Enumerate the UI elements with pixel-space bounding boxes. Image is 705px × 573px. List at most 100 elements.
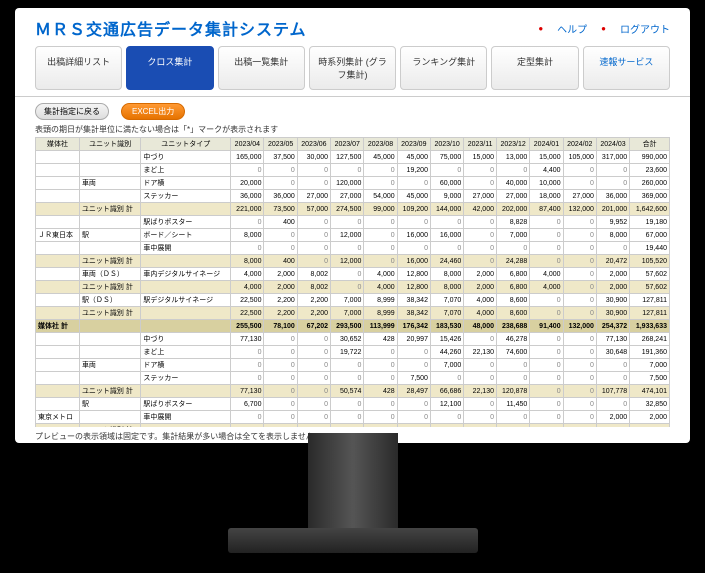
cell-value: 4,000 xyxy=(231,268,264,281)
row-label xyxy=(36,359,80,372)
tab-ranking[interactable]: ランキング集計 xyxy=(400,46,487,90)
table-row: 媒体社 計255,50078,10067,202293,500113,99917… xyxy=(36,320,670,333)
cell-value: 260,000 xyxy=(630,177,670,190)
cell-value: 7,000 xyxy=(331,307,364,320)
cell-value: 6,700 xyxy=(231,398,264,411)
row-label: ユニット識別 計 xyxy=(79,255,140,268)
cell-value: 0 xyxy=(563,333,596,346)
cell-value: 12,000 xyxy=(331,255,364,268)
cell-value: 8,000 xyxy=(596,229,629,242)
cell-value: 57,000 xyxy=(297,203,330,216)
cell-value: 120,878 xyxy=(497,385,530,398)
cell-value: 91,400 xyxy=(530,320,563,333)
cell-value: 0 xyxy=(497,164,530,177)
cell-value: 22,500 xyxy=(231,307,264,320)
row-label xyxy=(141,307,231,320)
cell-value: 132,000 xyxy=(563,203,596,216)
cell-value: 8,828 xyxy=(497,216,530,229)
tab-cross[interactable]: クロス集計 xyxy=(126,46,213,90)
row-label xyxy=(36,346,80,359)
cell-value: 0 xyxy=(430,242,463,255)
table-row: 駅ばりポスター04000000008,828009,95219,180 xyxy=(36,216,670,229)
row-label xyxy=(141,385,231,398)
cell-value: 0 xyxy=(264,385,297,398)
table-row: ユニット識別 計221,00073,50057,000274,50099,000… xyxy=(36,203,670,216)
tab-flash-service[interactable]: 速報サービス xyxy=(583,46,670,90)
cell-value: 0 xyxy=(563,372,596,385)
row-label xyxy=(36,216,80,229)
table-row: 中づり165,00037,50030,000127,50045,00045,00… xyxy=(36,151,670,164)
cell-value: 28,497 xyxy=(397,385,430,398)
tab-timeseries[interactable]: 時系列集計 (グラフ集計) xyxy=(309,46,396,90)
column-header: 2023/05 xyxy=(264,138,297,151)
cell-value: 0 xyxy=(563,385,596,398)
cell-value: 0 xyxy=(563,307,596,320)
cell-value: 0 xyxy=(231,164,264,177)
cell-value: 7,000 xyxy=(630,359,670,372)
cell-value: 2,200 xyxy=(297,294,330,307)
row-label xyxy=(36,203,80,216)
row-label: ユニット識別 計 xyxy=(79,424,140,428)
cell-value: 0 xyxy=(331,164,364,177)
cell-value: 30,648 xyxy=(596,346,629,359)
cell-value: 0 xyxy=(264,346,297,359)
cell-value: 201,000 xyxy=(596,203,629,216)
column-header: 2024/03 xyxy=(596,138,629,151)
cell-value: 45,000 xyxy=(397,151,430,164)
cell-value: 0 xyxy=(430,372,463,385)
column-header: ユニット識別 xyxy=(79,138,140,151)
cell-value: 0 xyxy=(464,398,497,411)
cell-value: 4,000 xyxy=(464,294,497,307)
cell-value: 0 xyxy=(364,216,397,229)
cell-value: 0 xyxy=(530,411,563,424)
table-scroll[interactable]: 媒体社ユニット識別ユニットタイプ2023/042023/052023/06202… xyxy=(15,137,690,427)
cell-value: 0 xyxy=(331,411,364,424)
cell-value: 238,688 xyxy=(497,320,530,333)
cell-value: 0 xyxy=(464,255,497,268)
cell-value: 77,130 xyxy=(231,385,264,398)
tab-summary-list[interactable]: 出稿一覧集計 xyxy=(218,46,305,90)
help-link[interactable]: ヘルプ xyxy=(557,21,587,36)
cell-value: 990,000 xyxy=(630,151,670,164)
cell-value: 0 xyxy=(331,268,364,281)
cell-value: 0 xyxy=(464,177,497,190)
column-header: 媒体社 xyxy=(36,138,80,151)
nav-tabs: 出稿詳細リスト クロス集計 出稿一覧集計 時系列集計 (グラフ集計) ランキング… xyxy=(15,46,690,97)
row-label xyxy=(36,151,80,164)
excel-export-button[interactable]: EXCEL出力 xyxy=(121,103,185,120)
tab-standard[interactable]: 定型集計 xyxy=(491,46,578,90)
cell-value: 132,000 xyxy=(563,320,596,333)
cell-value: 0 xyxy=(297,346,330,359)
cell-value: 67,000 xyxy=(630,229,670,242)
cell-value: 27,000 xyxy=(331,190,364,203)
table-row: ステッカー36,00036,00027,00027,00054,00045,00… xyxy=(36,190,670,203)
cell-value: 4,000 xyxy=(530,281,563,294)
row-label: まど上 xyxy=(141,346,231,359)
cell-value: 0 xyxy=(563,281,596,294)
cell-value: 0 xyxy=(497,242,530,255)
cell-value: 12,100 xyxy=(430,398,463,411)
cell-value: 0 xyxy=(331,359,364,372)
cell-value: 54,000 xyxy=(364,190,397,203)
cell-value: 0 xyxy=(497,359,530,372)
cell-value: 8,000 xyxy=(231,229,264,242)
table-row: まど上00019,7220044,26022,13074,6000030,648… xyxy=(36,346,670,359)
cell-value: 369,000 xyxy=(630,190,670,203)
row-label: 中づり xyxy=(141,333,231,346)
cell-value: 8,999 xyxy=(364,307,397,320)
cell-value: 12,800 xyxy=(397,281,430,294)
cell-value: 0 xyxy=(364,359,397,372)
tab-detail-list[interactable]: 出稿詳細リスト xyxy=(35,46,122,90)
cell-value: 24,288 xyxy=(497,255,530,268)
cell-value: 0 xyxy=(297,398,330,411)
help-icon: ● xyxy=(538,24,543,33)
row-label xyxy=(36,255,80,268)
cell-value: 0 xyxy=(563,346,596,359)
cell-value: 20,472 xyxy=(596,255,629,268)
back-button[interactable]: 集計指定に戻る xyxy=(35,103,109,120)
cell-value: 0 xyxy=(563,255,596,268)
column-header: 2023/07 xyxy=(331,138,364,151)
logout-link[interactable]: ログアウト xyxy=(620,21,670,36)
cell-value: 7,000 xyxy=(497,229,530,242)
row-label xyxy=(141,320,231,333)
